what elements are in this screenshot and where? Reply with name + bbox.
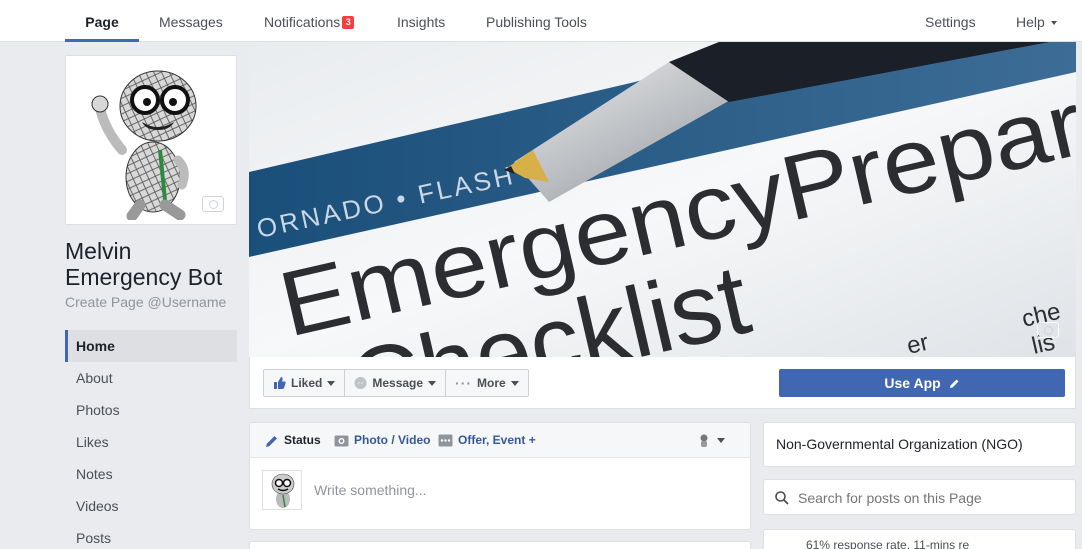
liked-button[interactable]: Liked xyxy=(264,370,346,396)
message-label: Message xyxy=(372,376,424,390)
search-input[interactable] xyxy=(798,480,1058,516)
create-username-link[interactable]: Create Page @Username xyxy=(65,294,226,310)
use-app-button[interactable]: Use App xyxy=(779,369,1065,397)
help-label: Help xyxy=(1016,14,1045,30)
profile-image xyxy=(70,60,232,220)
tab-status[interactable]: Status xyxy=(265,423,321,458)
notification-count-badge: 3 xyxy=(342,16,355,29)
settings-link[interactable]: Settings xyxy=(925,0,976,42)
page-title: Melvin Emergency Bot xyxy=(65,238,245,290)
sidebar-item-likes[interactable]: Likes xyxy=(65,426,237,458)
tab-messages-label: Messages xyxy=(159,14,223,30)
tab-offer-event-label: Offer, Event + xyxy=(458,433,536,447)
page-title-line2: Emergency Bot xyxy=(65,264,223,290)
profile-picture[interactable] xyxy=(65,55,237,225)
page-category: Non-Governmental Organization (NGO) xyxy=(763,422,1076,467)
tab-page[interactable]: Page xyxy=(65,0,139,42)
help-menu[interactable]: Help xyxy=(1016,0,1057,42)
page-search-box[interactable] xyxy=(763,479,1076,516)
response-rate: 61% response rate, 11-mins re xyxy=(763,529,1076,549)
composer-body: Write something... xyxy=(250,458,750,530)
composer-avatar xyxy=(262,470,302,510)
search-icon xyxy=(775,491,789,505)
chevron-down-icon xyxy=(327,380,336,386)
chevron-down-icon xyxy=(428,380,437,386)
sidebar-menu: Home About Photos Likes Notes Videos Pos… xyxy=(65,330,237,549)
tab-offer-event[interactable]: Offer, Event + xyxy=(438,423,536,458)
pencil-icon xyxy=(949,379,959,388)
next-post-card xyxy=(249,541,751,549)
sidebar-item-about[interactable]: About xyxy=(65,362,237,394)
cover-photo[interactable]: ORNADO • FLASH EmergencyPrepar Checklist… xyxy=(249,42,1076,357)
pencil-icon xyxy=(266,435,277,447)
sidebar-item-videos[interactable]: Videos xyxy=(65,490,237,522)
offer-icon xyxy=(438,434,453,447)
tab-publishing-tools-label: Publishing Tools xyxy=(486,14,587,30)
cover-camera-icon[interactable] xyxy=(1037,322,1059,338)
page-avatar-icon xyxy=(700,434,708,447)
camera-icon xyxy=(334,435,349,447)
tab-insights-label: Insights xyxy=(397,14,446,30)
chevron-down-icon xyxy=(717,438,725,443)
messenger-icon xyxy=(354,376,367,389)
tab-notifications[interactable]: Notifications 3 xyxy=(264,0,355,42)
sidebar-item-posts[interactable]: Posts xyxy=(65,522,237,549)
cover-image: ORNADO • FLASH EmergencyPrepar Checklist… xyxy=(249,42,1076,357)
tab-insights[interactable]: Insights xyxy=(397,0,445,42)
sidebar-item-photos[interactable]: Photos xyxy=(65,394,237,426)
more-button[interactable]: ··· More xyxy=(446,370,528,396)
chevron-down-icon xyxy=(510,380,519,386)
sidebar-item-notes[interactable]: Notes xyxy=(65,458,237,490)
thumbs-up-icon xyxy=(274,377,286,389)
message-button[interactable]: Message xyxy=(345,370,447,396)
composer-input[interactable]: Write something... xyxy=(314,482,427,498)
page-title-line1: Melvin xyxy=(65,238,132,264)
ellipsis-icon: ··· xyxy=(455,375,473,391)
tab-notifications-label: Notifications xyxy=(264,14,341,30)
liked-label: Liked xyxy=(291,376,323,390)
tab-photo-video[interactable]: Photo / Video xyxy=(334,423,430,458)
composer-tabs: Status Photo / Video Offer, Event + xyxy=(250,423,750,458)
chevron-down-icon xyxy=(1050,21,1057,25)
top-navigation: Page Messages Notifications 3 Insights Pu… xyxy=(0,0,1082,42)
tab-photo-video-label: Photo / Video xyxy=(354,433,431,447)
tab-status-label: Status xyxy=(284,433,321,447)
post-composer: Status Photo / Video Offer, Event + Writ… xyxy=(249,422,751,530)
page-action-bar: Liked Message ··· More Use App xyxy=(249,357,1076,409)
use-app-label: Use App xyxy=(884,375,941,391)
settings-label: Settings xyxy=(925,14,976,30)
tab-page-label: Page xyxy=(85,14,119,30)
tab-publishing-tools[interactable]: Publishing Tools xyxy=(486,0,587,42)
more-label: More xyxy=(477,376,506,390)
post-as-selector[interactable] xyxy=(698,423,725,458)
camera-icon[interactable] xyxy=(202,196,224,212)
action-buttons: Liked Message ··· More xyxy=(263,369,529,397)
tab-messages[interactable]: Messages xyxy=(159,0,223,42)
sidebar-item-home[interactable]: Home xyxy=(65,330,237,362)
